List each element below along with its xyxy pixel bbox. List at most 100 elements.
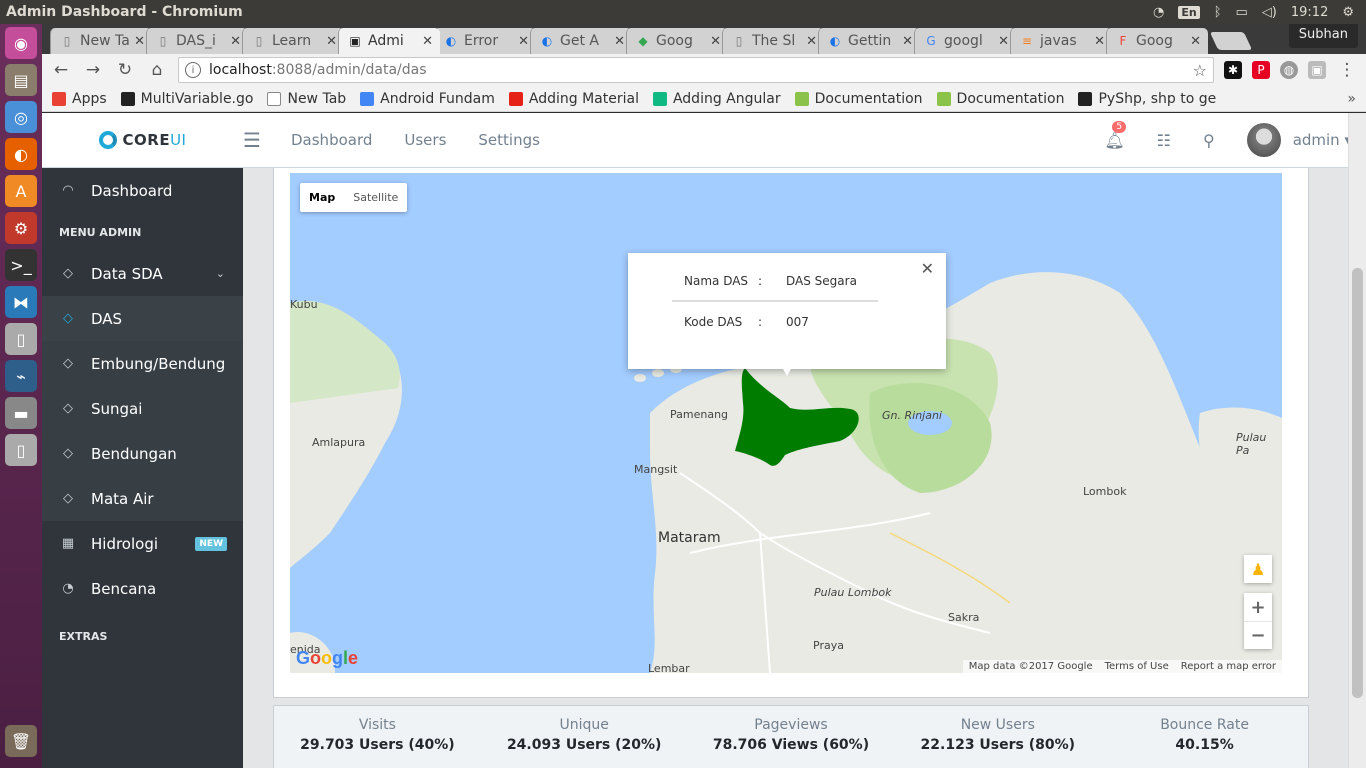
sidebar-item-sungai[interactable]: ◇ Sungai bbox=[42, 386, 243, 431]
menu-icon[interactable]: ⋮ bbox=[1336, 59, 1358, 81]
sidebar-item-label: Sungai bbox=[91, 399, 143, 418]
list-icon[interactable]: ☷ bbox=[1157, 131, 1171, 150]
clock[interactable]: 19:12 bbox=[1291, 5, 1328, 20]
close-tab-icon[interactable]: ✕ bbox=[134, 34, 145, 49]
browser-tab[interactable]: Ggoogl ✕ bbox=[914, 28, 1016, 54]
extension-icon[interactable]: ✱ bbox=[1224, 61, 1242, 79]
close-tab-icon[interactable]: ✕ bbox=[518, 34, 529, 49]
firefox-icon[interactable]: ◐ bbox=[5, 138, 37, 170]
sidebar-item-dashboard[interactable]: ◠ Dashboard bbox=[42, 168, 243, 213]
vscode-icon[interactable]: ⧓ bbox=[5, 286, 37, 318]
bookmark-item[interactable]: New Tab bbox=[267, 91, 346, 107]
battery-icon[interactable]: ▭ bbox=[1236, 5, 1248, 20]
avatar[interactable] bbox=[1246, 123, 1281, 157]
site-info-icon[interactable]: i bbox=[185, 62, 201, 78]
google-map[interactable]: Map Satellite Kubu Amlapura Pamenang Man… bbox=[290, 173, 1282, 673]
home-icon[interactable]: ⌂ bbox=[146, 59, 168, 81]
close-tab-icon[interactable]: ✕ bbox=[710, 34, 721, 49]
drive-icon[interactable]: ▬ bbox=[5, 397, 37, 429]
volume-icon[interactable]: ◁) bbox=[1262, 5, 1277, 20]
bookmark-item[interactable]: Documentation bbox=[794, 91, 923, 107]
bookmark-item[interactable]: Adding Material bbox=[508, 91, 639, 107]
files-icon[interactable]: ▤ bbox=[5, 64, 37, 96]
close-tab-icon[interactable]: ✕ bbox=[1190, 34, 1201, 49]
close-tab-icon[interactable]: ✕ bbox=[422, 34, 433, 49]
pinterest-icon[interactable]: P bbox=[1252, 61, 1270, 79]
sidebar-toggle-icon[interactable]: ☰ bbox=[243, 128, 261, 152]
bookmark-item[interactable]: PyShp, shp to ge bbox=[1078, 91, 1216, 107]
bookmark-item[interactable]: MultiVariable.go bbox=[120, 91, 253, 107]
globe-icon[interactable]: ◍ bbox=[1280, 61, 1298, 79]
browser-tab[interactable]: ◐ Get A ✕ bbox=[530, 28, 632, 54]
network-tool-icon[interactable]: ⌁ bbox=[5, 360, 37, 392]
browser-tab[interactable]: ▣ Admi ✕ bbox=[338, 28, 440, 54]
header-nav-dashboard[interactable]: Dashboard bbox=[291, 131, 372, 149]
back-icon[interactable]: ← bbox=[50, 59, 72, 81]
forward-icon[interactable]: → bbox=[82, 59, 104, 81]
address-bar[interactable]: i localhost :8088/admin/data/das ☆ bbox=[178, 57, 1214, 83]
browser-tab[interactable]: F Goog ✕ bbox=[1106, 28, 1208, 54]
close-icon[interactable]: ✕ bbox=[921, 259, 934, 278]
header-nav-users[interactable]: Users bbox=[404, 131, 446, 149]
browser-tab[interactable]: ▯ Learn ✕ bbox=[242, 28, 344, 54]
reload-icon[interactable]: ↻ bbox=[114, 59, 136, 81]
report-error-link[interactable]: Report a map error bbox=[1181, 661, 1276, 672]
street-view-pegman-icon[interactable]: ♟ bbox=[1244, 555, 1272, 583]
page-scrollbar[interactable] bbox=[1348, 113, 1366, 768]
zoom-in-button[interactable]: + bbox=[1244, 593, 1272, 621]
bookmark-item[interactable]: Documentation bbox=[936, 91, 1064, 107]
bookmark-item[interactable]: Android Fundam bbox=[360, 91, 495, 107]
keyboard-layout-indicator[interactable]: En bbox=[1178, 5, 1200, 19]
close-tab-icon[interactable]: ✕ bbox=[998, 34, 1009, 49]
scrollbar-thumb[interactable] bbox=[1352, 268, 1363, 698]
close-tab-icon[interactable]: ✕ bbox=[326, 34, 337, 49]
browser-tab[interactable]: ◐ Gettin ✕ bbox=[818, 28, 920, 54]
system-menu-icon[interactable]: ⚙ bbox=[1342, 5, 1354, 20]
user-menu[interactable]: admin ▾ bbox=[1293, 131, 1352, 149]
browser-tab[interactable]: ▯ New Tab ✕ bbox=[50, 28, 152, 54]
close-tab-icon[interactable]: ✕ bbox=[1094, 34, 1105, 49]
sidebar-item-label: Mata Air bbox=[91, 489, 154, 508]
chromium-icon[interactable]: ◎ bbox=[5, 101, 37, 133]
close-tab-icon[interactable]: ✕ bbox=[614, 34, 625, 49]
bookmark-item[interactable]: Apps bbox=[52, 91, 107, 107]
wifi-icon[interactable]: ◔ bbox=[1153, 5, 1164, 20]
usb-icon-2[interactable]: ▯ bbox=[5, 434, 37, 466]
trash-icon[interactable]: 🗑 bbox=[5, 725, 37, 757]
bell-icon[interactable]: 🔔︎ 5 bbox=[1104, 120, 1127, 150]
browser-tab[interactable]: ◐ Error ✕ bbox=[434, 28, 536, 54]
browser-tab[interactable]: ▯ The Sl ✕ bbox=[722, 28, 824, 54]
browser-tab[interactable]: ▯ DAS_i ✕ bbox=[146, 28, 248, 54]
profile-button[interactable]: Subhan bbox=[1288, 24, 1358, 48]
sidebar-item-data-sda[interactable]: ◇ Data SDA ⌄ bbox=[42, 251, 243, 296]
bookmarks-overflow-icon[interactable]: » bbox=[1347, 91, 1356, 107]
usb-icon[interactable]: ▯ bbox=[5, 323, 37, 355]
close-tab-icon[interactable]: ✕ bbox=[902, 34, 913, 49]
sidebar-item-mata-air[interactable]: ◇ Mata Air bbox=[42, 476, 243, 521]
browser-tab[interactable]: ≡ javas ✕ bbox=[1010, 28, 1112, 54]
browser-tab[interactable]: ◆ Goog ✕ bbox=[626, 28, 728, 54]
map-type-satellite-button[interactable]: Satellite bbox=[344, 183, 407, 212]
sidebar-item-hidrologi[interactable]: ▦ Hidrologi NEW bbox=[42, 521, 243, 566]
software-center-icon[interactable]: A bbox=[5, 175, 37, 207]
terminal-icon[interactable]: >_ bbox=[5, 249, 37, 281]
map-type-map-button[interactable]: Map bbox=[300, 183, 344, 212]
new-tab-button[interactable] bbox=[1209, 32, 1253, 50]
extension-icon-2[interactable]: ▣ bbox=[1308, 61, 1326, 79]
close-tab-icon[interactable]: ✕ bbox=[806, 34, 817, 49]
sidebar-item-bendungan[interactable]: ◇ Bendungan bbox=[42, 431, 243, 476]
bluetooth-icon[interactable]: ᛒ bbox=[1214, 5, 1222, 20]
header-nav-settings[interactable]: Settings bbox=[478, 131, 540, 149]
sidebar-item-das[interactable]: ◇ DAS bbox=[42, 296, 243, 341]
close-tab-icon[interactable]: ✕ bbox=[230, 34, 241, 49]
sidebar-item-bencana[interactable]: ◔ Bencana bbox=[42, 566, 243, 611]
ubuntu-dash-icon[interactable]: ◉ bbox=[5, 27, 37, 59]
sidebar-item-embung[interactable]: ◇ Embung/Bendung bbox=[42, 341, 243, 386]
location-pin-icon[interactable]: ⚲ bbox=[1203, 131, 1215, 150]
bookmark-item[interactable]: Adding Angular bbox=[652, 91, 781, 107]
settings-icon[interactable]: ⚙ bbox=[5, 212, 37, 244]
bookmark-star-icon[interactable]: ☆ bbox=[1193, 61, 1207, 80]
brand-logo[interactable]: COREUI bbox=[42, 131, 243, 149]
zoom-out-button[interactable]: − bbox=[1244, 621, 1272, 649]
terms-link[interactable]: Terms of Use bbox=[1105, 661, 1169, 672]
